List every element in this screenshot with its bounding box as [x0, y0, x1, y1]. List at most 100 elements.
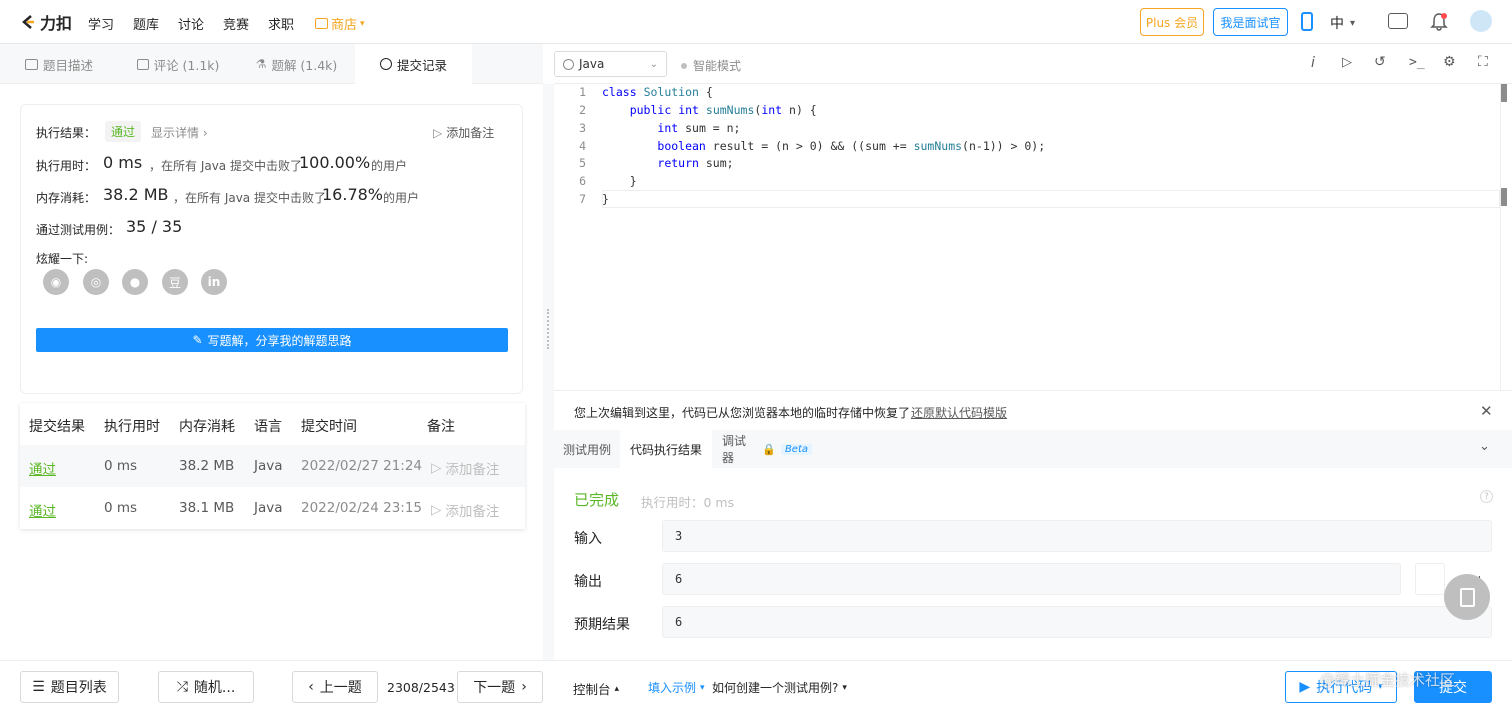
restore-default-link[interactable]: 还原默认代码模版 [911, 404, 1007, 421]
nav-jobs[interactable]: 求职 [268, 14, 294, 33]
dot-icon [681, 62, 687, 69]
nav-discuss[interactable]: 讨论 [178, 14, 204, 33]
nav-store[interactable]: 商店 ▾ [315, 14, 365, 33]
table-row[interactable]: 通过 0 ms 38.2 MB Java 2022/02/27 21:24 ▷ 添… [20, 445, 525, 487]
play-icon[interactable]: ▷ [1342, 55, 1352, 70]
row-add-note[interactable]: ▷ 添加备注 [431, 500, 499, 520]
write-solution-button[interactable]: ✎ 写题解，分享我的解题思路 [36, 328, 508, 352]
smart-mode-toggle[interactable]: 智能模式 [681, 57, 741, 74]
next-button[interactable]: 下一题 › [457, 671, 543, 703]
time-text: ，在所有 Java 提交中击败了 [149, 159, 302, 173]
line-number: 2 [579, 103, 586, 117]
row-add-note[interactable]: ▷ 添加备注 [431, 458, 499, 478]
expected-label: 预期结果 [574, 617, 630, 633]
help-icon[interactable]: ? [1480, 490, 1493, 503]
interviewer-button[interactable]: 我是面试官 [1213, 8, 1288, 36]
watermark-text: @稀土掘金技术社区 [1320, 671, 1456, 689]
info-icon[interactable]: i [1311, 55, 1315, 71]
run-status: 已完成 [574, 491, 620, 509]
console-toggle[interactable]: 控制台 ▴ [573, 679, 619, 698]
row-memory: 38.1 MB [179, 500, 235, 516]
close-icon[interactable]: ✕ [1480, 402, 1493, 420]
show-detail-link[interactable]: 显示详情 › [151, 124, 208, 141]
random-button[interactable]: ⤮ 随机... [158, 671, 254, 703]
row-status[interactable]: 通过 [29, 458, 56, 478]
how-create-testcase[interactable]: 如何创建一个测试用例? ▾ [712, 679, 847, 696]
language-select[interactable]: Java ⌄ [554, 51, 667, 77]
fill-example-dropdown[interactable]: 填入示例 ▾ [648, 679, 705, 696]
scrollbar-thumb[interactable] [1501, 84, 1507, 102]
tab-description[interactable]: 题目描述 [0, 44, 118, 84]
history-icon [379, 58, 392, 70]
line-number: 4 [579, 139, 586, 153]
share-label: 炫耀一下: [36, 252, 89, 266]
douban-icon[interactable]: 豆 [162, 269, 188, 295]
tab-run-result[interactable]: 代码执行结果 [620, 430, 712, 468]
editor-scrollbar[interactable] [1500, 84, 1512, 390]
chevron-down-icon[interactable]: ⌄ [1479, 439, 1490, 454]
table-row[interactable]: 通过 0 ms 38.1 MB Java 2022/02/24 23:15 ▷ 添… [20, 487, 525, 529]
logo-text: 力扣 [40, 14, 73, 33]
add-note-button[interactable]: ▷ 添加备注 [433, 124, 494, 141]
weibo-icon[interactable]: ◎ [83, 269, 109, 295]
notebook-float-button[interactable] [1444, 574, 1490, 620]
nav-problems[interactable]: 题库 [133, 14, 159, 33]
language-label: 中 [1330, 16, 1344, 32]
flag-icon: ▷ [431, 460, 442, 476]
cases-label: 通过测试用例： [36, 223, 121, 237]
tab-comments[interactable]: 评论 (1.1k) [118, 44, 238, 84]
prev-button[interactable]: ‹ 上一题 [292, 671, 378, 703]
col-header-memory: 内存消耗 [179, 419, 235, 435]
diff-toggle[interactable] [1415, 563, 1445, 595]
tab-debugger[interactable]: 调试器 🔒 Beta [712, 430, 812, 468]
row-time: 0 ms [104, 458, 138, 474]
row-status[interactable]: 通过 [29, 500, 56, 520]
avatar[interactable] [1470, 10, 1492, 32]
nav-contest[interactable]: 竞赛 [223, 14, 249, 33]
info-circle-icon [563, 58, 574, 70]
language-value: Java [579, 57, 605, 71]
nav-learn[interactable]: 学习 [88, 14, 114, 33]
settings-icon[interactable]: ⚙ [1443, 54, 1456, 70]
debugger-label: 调试器 [722, 434, 747, 465]
lock-icon: 🔒 [762, 442, 776, 456]
code-line: return sum; [657, 156, 734, 170]
memory-value: 38.2 MB [103, 185, 169, 204]
output-label: 输出 [574, 574, 602, 590]
beta-badge: Beta [780, 443, 812, 455]
top-navbar: 力扣 学习 题库 讨论 竞赛 求职 商店 ▾ Plus 会员 我是面试官 中 ▾ [0, 0, 1512, 44]
fullscreen-icon[interactable]: ⛶ [1478, 54, 1488, 70]
linkedin-icon[interactable]: in [201, 269, 227, 295]
plus-member-button[interactable]: Plus 会员 [1140, 8, 1204, 36]
tab-description-label: 题目描述 [42, 57, 93, 73]
chevron-left-icon: ‹ [308, 679, 314, 695]
wechat-icon[interactable]: ◉ [43, 269, 69, 295]
tab-testcase[interactable]: 测试用例 [554, 430, 620, 468]
restore-notice: 您上次编辑到这里，代码已从您浏览器本地的临时存储中恢复了 还原默认代码模版 ✕ [554, 390, 1512, 430]
terminal-icon[interactable]: >_ [1409, 55, 1425, 70]
console-icon[interactable] [1388, 13, 1408, 29]
description-icon [24, 58, 38, 70]
leetcode-logo[interactable]: 力扣 [18, 10, 72, 34]
bell-icon[interactable] [1430, 12, 1448, 32]
tab-solutions[interactable]: ⚗ 题解 (1.4k) [238, 44, 355, 84]
col-header-language: 语言 [254, 419, 282, 435]
flask-icon: ⚗ [255, 57, 267, 71]
language-switch[interactable]: 中 ▾ [1330, 13, 1355, 33]
code-line: } [602, 174, 637, 188]
line-number: 6 [579, 174, 586, 188]
problem-list-button[interactable]: ☰ 题目列表 [20, 671, 119, 703]
row-time: 0 ms [104, 500, 138, 516]
submissions-table: 提交结果 执行用时 内存消耗 语言 提交时间 备注 通过 0 ms 38.2 M… [20, 403, 525, 529]
editor-toolbar: Java ⌄ 智能模式 i ▷ ↺ >_ ⚙ ⛶ [554, 44, 1512, 84]
page-indicator: 2308/2543 [387, 680, 455, 695]
code-line: class Solution { [602, 85, 713, 99]
col-header-time: 执行用时 [104, 419, 160, 435]
reset-icon[interactable]: ↺ [1374, 54, 1386, 70]
qq-icon[interactable]: ● [122, 269, 148, 295]
list-icon: ☰ [32, 679, 45, 695]
mobile-icon[interactable] [1301, 12, 1313, 31]
tab-submissions[interactable]: 提交记录 [355, 44, 472, 84]
pane-resize-handle[interactable] [543, 84, 554, 660]
code-editor[interactable]: 1 2 3 4 5 6 7 class Solution { public in… [554, 84, 1508, 390]
